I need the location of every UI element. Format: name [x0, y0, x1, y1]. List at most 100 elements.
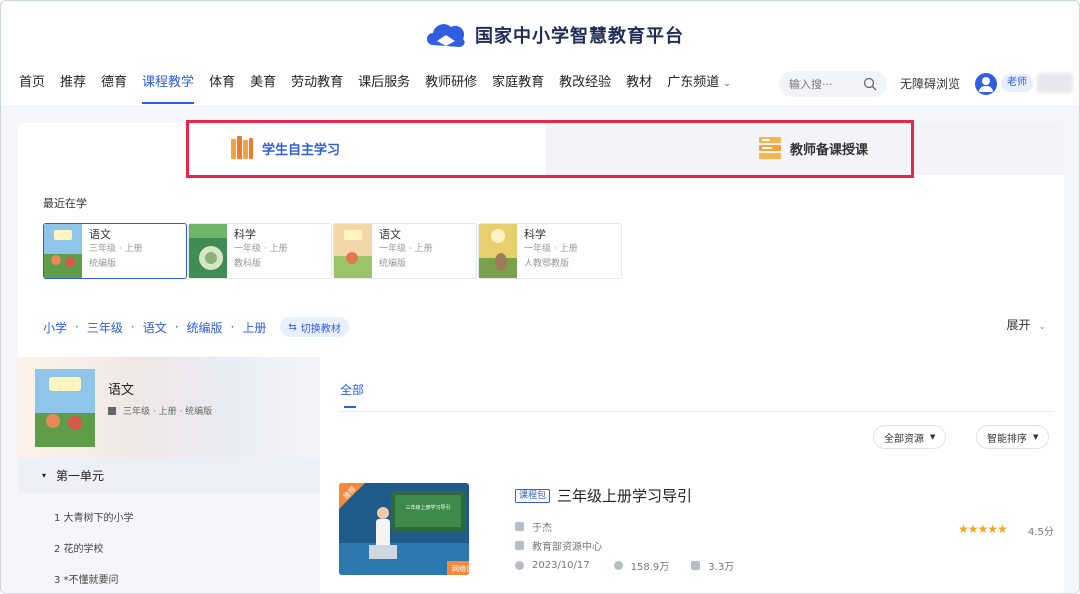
expand-toggle[interactable]: 展开 ⌄	[1006, 316, 1046, 333]
tab-student-label: 学生自主学习	[262, 142, 341, 158]
eye-icon	[613, 561, 623, 570]
course-package-tag: 课程包	[515, 489, 551, 503]
expand-label: 展开	[1006, 318, 1031, 332]
resource-author: 于杰	[532, 523, 552, 534]
role-badge: 老师	[1001, 74, 1033, 92]
book-subject: 语文	[379, 228, 401, 241]
resource-likes: 3.3万	[708, 562, 735, 573]
book-edition: 统编版	[379, 259, 407, 269]
book-info: 语文 一年级 · 上册 统编版	[372, 224, 433, 278]
platform-logo[interactable]: 国家中小学智慧教育平台	[423, 15, 684, 55]
nav-guangdong-label: 广东频道	[667, 75, 720, 90]
switch-textbook-label: 切换教材	[300, 323, 341, 335]
resource-source: 教育部资源中心	[532, 542, 602, 553]
nav-reform[interactable]: 教改经验	[559, 71, 611, 97]
dropdown-label: 全部资源	[884, 433, 924, 445]
textbook-cover-chinese	[35, 369, 95, 447]
nav-arts[interactable]: 美育	[250, 71, 276, 97]
separator-dot: ·	[230, 320, 235, 334]
lesson-item[interactable]: 2 花的学校	[54, 540, 104, 555]
cloud-book-logo-icon	[427, 24, 465, 47]
crumb-grade[interactable]: 三年级	[87, 319, 123, 336]
book-info: 科学 一年级 · 上册 人教鄂教版	[517, 224, 578, 278]
recent-title: 最近在学	[43, 197, 87, 210]
nav-guangdong[interactable]: 广东频道 ⌄	[667, 71, 731, 97]
caret-down-icon: ▼	[930, 433, 936, 441]
book-subject: 语文	[89, 228, 111, 241]
breadcrumb: 小学 · 三年级 · 语文 · 统编版 · 上册 ⇆ 切换教材	[43, 317, 349, 337]
divider	[340, 411, 1054, 412]
recent-book-card[interactable]: 语文 一年级 · 上册 统编版	[333, 223, 477, 279]
resource-type-dropdown[interactable]: 全部资源 ▼	[873, 425, 947, 449]
recent-book-card[interactable]: 科学 一年级 · 上册 人教鄂教版	[478, 223, 622, 279]
search-input[interactable]	[789, 77, 859, 91]
nav-moral[interactable]: 德育	[101, 71, 127, 97]
resource-source-row: 教育部资源中心	[515, 538, 602, 553]
caret-down-icon: ▾	[42, 470, 47, 480]
nav-course-teaching[interactable]: 课程教学	[142, 71, 195, 104]
book-grade: 三年级 · 上册	[89, 244, 143, 254]
tab-teacher-label: 教师备课授课	[790, 142, 869, 158]
textbook-cover-science	[479, 224, 517, 278]
unit-header[interactable]: ▾ 第一单元	[18, 457, 320, 493]
rating-score: 4.5分	[1028, 527, 1054, 538]
lesson-item[interactable]: 3 *不懂就要问	[54, 571, 119, 586]
course-header: 语文 三年级 · 上册 · 统编版	[18, 357, 320, 457]
book-info: 语文 三年级 · 上册 统编版	[82, 224, 143, 278]
caret-down-icon: ▼	[1033, 433, 1039, 441]
resource-thumbnail[interactable]: 三年级上册学习导引 网络课程 推荐	[339, 483, 469, 575]
book-edition: 统编版	[89, 259, 117, 269]
user-icon	[515, 522, 524, 531]
app-window: 国家中小学智慧教育平台 首页 推荐 德育 课程教学 体育 美育 劳动教育 课后服…	[0, 0, 1080, 594]
filter-tab-all[interactable]: 全部	[340, 381, 364, 398]
nav-teacher-training[interactable]: 教师研修	[425, 71, 477, 97]
crumb-edition[interactable]: 统编版	[187, 319, 223, 336]
main-card: 学生自主学习 教师备课授课 最近在学 语文 三年级 · 上册 统编版 科学 一年…	[18, 123, 1064, 593]
main-nav: 首页 推荐 德育 课程教学 体育 美育 劳动教育 课后服务 教师研修 家庭教育 …	[19, 71, 746, 104]
textbook-cover-chinese	[334, 224, 372, 278]
course-meta-text: 三年级 · 上册 · 统编版	[123, 407, 213, 417]
book-grade: 一年级 · 上册	[524, 244, 578, 254]
accessibility-link[interactable]: 无障碍浏览	[900, 75, 960, 92]
rating-stars-icon: ★★★★★	[958, 522, 1008, 536]
resource-author-row: 于杰	[515, 519, 552, 534]
search-icon[interactable]	[863, 77, 877, 91]
swap-icon: ⇆	[288, 321, 297, 333]
nav-labor[interactable]: 劳动教育	[291, 71, 343, 97]
clock-icon	[515, 561, 524, 570]
resource-views: 158.9万	[630, 562, 670, 573]
book-edition: 人教鄂教版	[524, 259, 570, 269]
resource-stats-row: 2023/10/17 158.9万 3.3万	[515, 558, 734, 573]
crumb-volume[interactable]: 上册	[242, 319, 266, 336]
textbook-cover-science	[189, 224, 227, 278]
user-avatar-icon[interactable]	[975, 73, 997, 95]
separator-dot: ·	[75, 320, 79, 334]
nav-recommend[interactable]: 推荐	[60, 71, 86, 97]
institution-icon	[515, 541, 524, 550]
resource-date: 2023/10/17	[532, 560, 590, 571]
book-icon	[108, 406, 116, 415]
sort-dropdown[interactable]: 智能排序 ▼	[976, 425, 1050, 449]
nav-after-school[interactable]: 课后服务	[358, 71, 410, 97]
textbook-cover-chinese	[44, 224, 82, 278]
crumb-subject[interactable]: 语文	[143, 319, 167, 336]
search-box[interactable]	[779, 71, 887, 97]
switch-textbook-button[interactable]: ⇆ 切换教材	[280, 317, 349, 337]
course-meta: 三年级 · 上册 · 统编版	[108, 404, 212, 417]
recent-book-card[interactable]: 科学 一年级 · 上册 教科版	[188, 223, 332, 279]
lesson-item[interactable]: 1 大青树下的小学	[54, 509, 134, 524]
thumbs-up-icon	[691, 561, 701, 570]
book-grade: 一年级 · 上册	[379, 244, 433, 254]
nav-sports[interactable]: 体育	[209, 71, 235, 97]
nav-home[interactable]: 首页	[19, 71, 45, 97]
tab-teacher-prep[interactable]: 教师备课授课	[758, 135, 868, 161]
nav-family[interactable]: 家庭教育	[492, 71, 544, 97]
username-blurred[interactable]	[1037, 73, 1073, 93]
tab-student-learning[interactable]: 学生自主学习	[230, 135, 340, 161]
chevron-down-icon: ⌄	[1038, 322, 1046, 332]
book-edition: 教科版	[234, 259, 262, 269]
recent-book-card[interactable]: 语文 三年级 · 上册 统编版	[43, 223, 187, 279]
resource-title[interactable]: 三年级上册学习导引	[557, 485, 692, 506]
nav-textbooks[interactable]: 教材	[626, 71, 652, 97]
crumb-stage[interactable]: 小学	[43, 319, 67, 336]
